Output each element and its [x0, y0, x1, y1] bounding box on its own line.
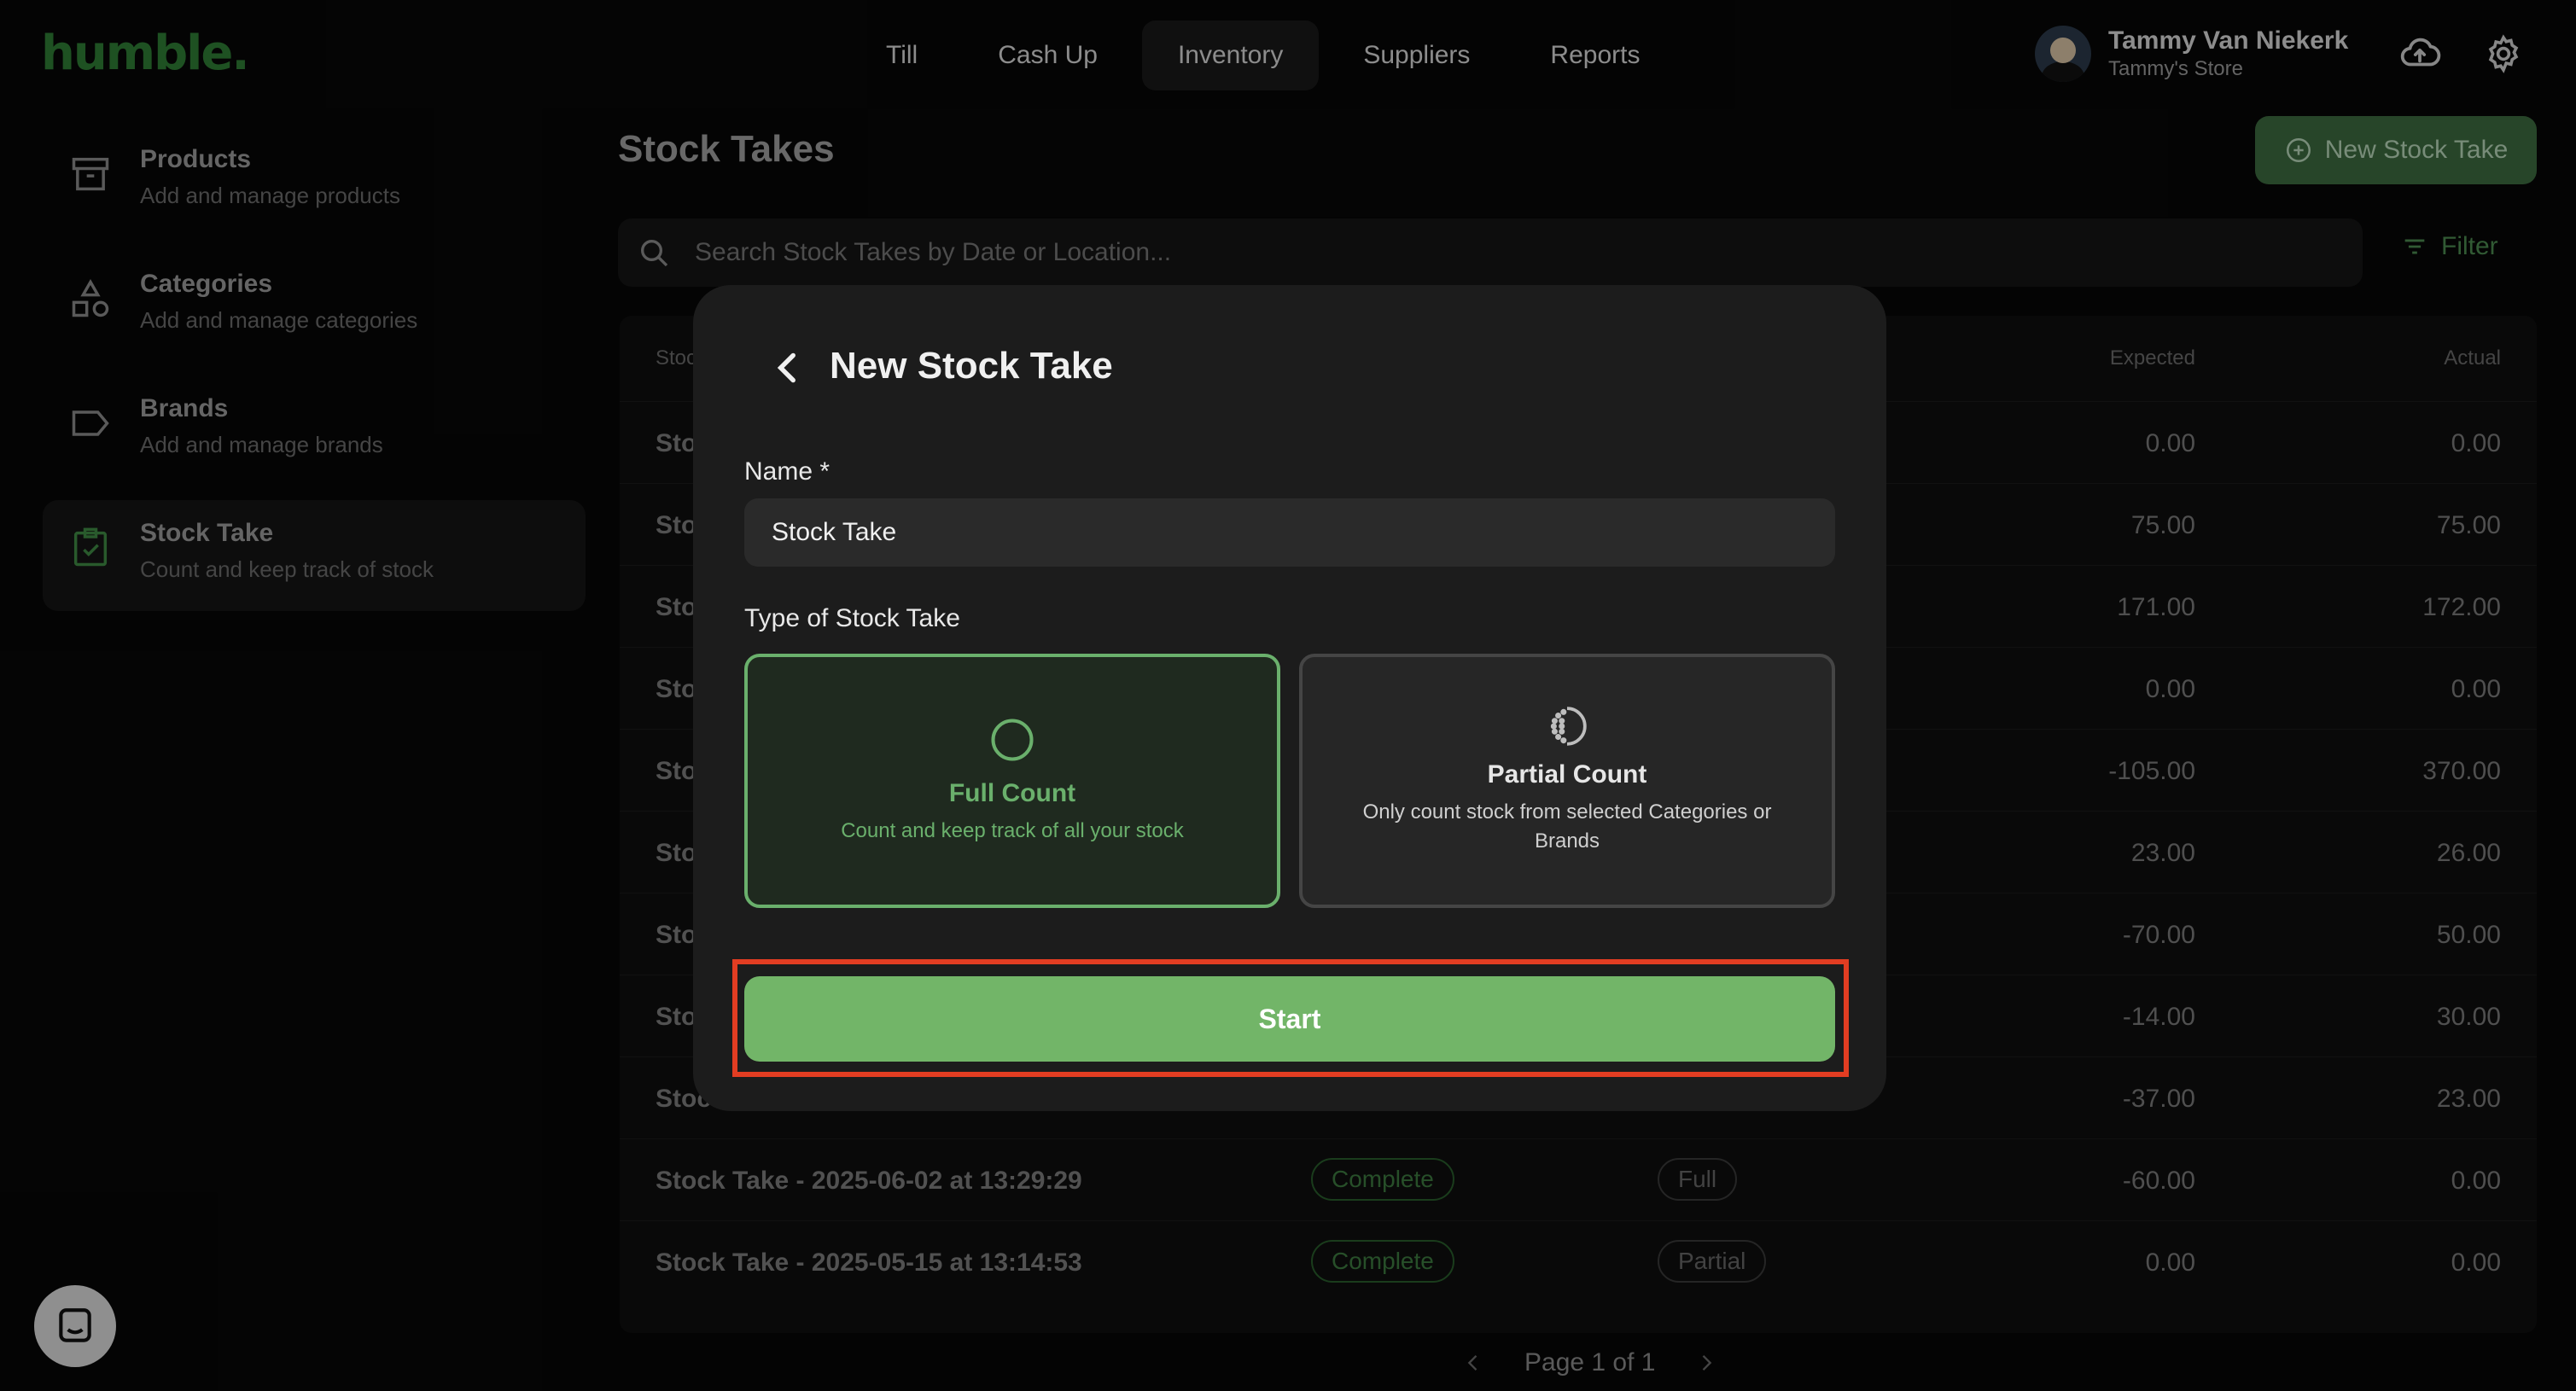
name-input[interactable]: [744, 498, 1835, 567]
partial-count-desc: Only count stock from selected Categorie…: [1362, 800, 1772, 853]
full-count-option[interactable]: Full Count Count and keep track of all y…: [744, 654, 1280, 908]
partial-count-option[interactable]: Partial Count Only count stock from sele…: [1299, 654, 1835, 908]
full-count-desc: Count and keep track of all your stock: [841, 819, 1184, 842]
partial-count-title: Partial Count: [1487, 760, 1647, 789]
type-label: Type of Stock Take: [744, 604, 960, 632]
circle-icon: [991, 719, 1034, 761]
app-root: humble. Till Cash Up Inventory Suppliers…: [0, 0, 2576, 1391]
back-arrow-icon[interactable]: [766, 346, 809, 389]
partial-circle-icon: [1550, 707, 1587, 746]
name-label: Name *: [744, 457, 830, 486]
modal-title: New Stock Take: [830, 345, 1113, 387]
full-count-title: Full Count: [948, 779, 1076, 807]
start-button[interactable]: Start: [744, 976, 1835, 1062]
new-stock-take-modal: New Stock Take Name * Type of Stock Take…: [693, 285, 1886, 1111]
